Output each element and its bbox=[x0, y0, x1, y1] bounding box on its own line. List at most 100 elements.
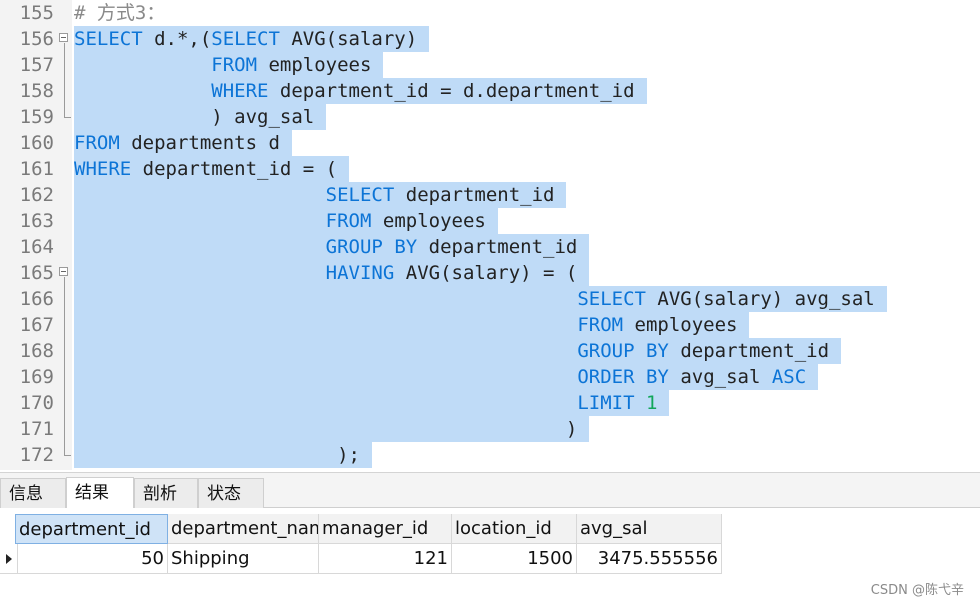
code-line[interactable]: 158 WHERE department_id = d.department_i… bbox=[0, 78, 980, 104]
sql-keyword: WHERE bbox=[74, 158, 132, 180]
sql-keyword: BY bbox=[394, 236, 418, 258]
sql-keyword: FROM bbox=[577, 314, 624, 336]
code-line[interactable]: 155 # 方式3： bbox=[0, 0, 980, 26]
code-line[interactable]: 170 LIMIT 1 bbox=[0, 390, 980, 416]
sql-keyword: FROM bbox=[211, 54, 258, 76]
line-number: 170 bbox=[19, 392, 54, 414]
sql-comment: # 方式3： bbox=[74, 2, 166, 24]
code-line[interactable]: 172 ); bbox=[0, 442, 980, 468]
code-text: GROUP BY department_id bbox=[74, 338, 842, 364]
sql-text: department_id = ( bbox=[131, 158, 338, 180]
code-line[interactable]: 171 ) bbox=[0, 416, 980, 442]
fold-guide bbox=[64, 43, 65, 117]
line-number: 155 bbox=[19, 2, 54, 24]
line-number: 164 bbox=[19, 236, 54, 258]
code-text: # 方式3： bbox=[74, 0, 177, 26]
code-line[interactable]: 157 FROM employees bbox=[0, 52, 980, 78]
code-line[interactable]: 160 FROM departments d bbox=[0, 130, 980, 156]
line-number: 171 bbox=[19, 418, 54, 440]
fold-guide-end bbox=[64, 117, 71, 118]
sql-editor[interactable]: 155 # 方式3： 156 SELECT d.*,(SELECT AVG(salar… bbox=[0, 0, 980, 470]
sql-keyword: SELECT bbox=[577, 288, 646, 310]
column-header-manager-id[interactable]: manager_id bbox=[319, 514, 452, 544]
fold-collapse-icon[interactable] bbox=[59, 267, 68, 276]
code-line[interactable]: 168 GROUP BY department_id bbox=[0, 338, 980, 364]
code-text: ORDER BY avg_sal ASC bbox=[74, 364, 819, 390]
column-header-avg-sal[interactable]: avg_sal bbox=[577, 514, 722, 544]
line-number: 166 bbox=[19, 288, 54, 310]
code-line[interactable]: 167 FROM employees bbox=[0, 312, 980, 338]
line-number: 161 bbox=[19, 158, 54, 180]
column-header-department-id[interactable]: department_id bbox=[15, 514, 168, 544]
cell-department-name[interactable]: Shipping bbox=[168, 544, 319, 574]
cell-location-id[interactable]: 1500 bbox=[452, 544, 577, 574]
sql-text: department_id bbox=[668, 340, 830, 362]
column-header-location-id[interactable]: location_id bbox=[452, 514, 577, 544]
line-number: 157 bbox=[19, 54, 54, 76]
sql-text: department_id bbox=[394, 184, 555, 206]
tab-info[interactable]: 信息 bbox=[0, 478, 66, 508]
code-line[interactable]: 165 HAVING AVG(salary) = ( bbox=[0, 260, 980, 286]
column-header-department-name[interactable]: department_name bbox=[168, 514, 319, 544]
line-number: 165 bbox=[19, 262, 54, 284]
sql-text: ); bbox=[74, 444, 360, 466]
cell-department-id[interactable]: 50 bbox=[18, 544, 168, 574]
sql-text: ) bbox=[74, 418, 578, 440]
sql-keyword: FROM bbox=[325, 210, 372, 232]
tab-status[interactable]: 状态 bbox=[198, 478, 264, 508]
tab-result-1[interactable]: 结果 1 bbox=[66, 477, 134, 533]
fold-collapse-icon[interactable] bbox=[59, 33, 68, 42]
sql-text: d.*,( bbox=[142, 28, 212, 50]
code-text: FROM departments d bbox=[74, 130, 292, 156]
sql-text: employees bbox=[371, 210, 486, 232]
sql-text: employees bbox=[257, 54, 372, 76]
result-tabbar: 信息 结果 1 剖析 状态 bbox=[0, 472, 980, 533]
cell-manager-id[interactable]: 121 bbox=[319, 544, 452, 574]
line-number: 168 bbox=[19, 340, 54, 362]
code-line[interactable]: 169 ORDER BY avg_sal ASC bbox=[0, 364, 980, 390]
tab-profile[interactable]: 剖析 bbox=[134, 478, 198, 508]
code-line[interactable]: 164 GROUP BY department_id bbox=[0, 234, 980, 260]
sql-number: 1 bbox=[645, 392, 658, 414]
sql-text: employees bbox=[623, 314, 738, 336]
code-line[interactable]: 163 FROM employees bbox=[0, 208, 980, 234]
sql-text: avg_sal bbox=[668, 366, 772, 388]
fold-guide bbox=[64, 277, 65, 455]
code-line[interactable]: 159 ) avg_sal bbox=[0, 104, 980, 130]
code-line[interactable]: 166 SELECT AVG(salary) avg_sal bbox=[0, 286, 980, 312]
code-text: SELECT department_id bbox=[74, 182, 567, 208]
sql-text: AVG(salary) avg_sal bbox=[645, 288, 875, 310]
code-text: FROM employees bbox=[74, 312, 750, 338]
sql-keyword: SELECT bbox=[211, 28, 280, 50]
sql-keyword: LIMIT bbox=[577, 392, 635, 414]
line-number: 162 bbox=[19, 184, 54, 206]
code-text: LIMIT 1 bbox=[74, 390, 670, 416]
line-number: 158 bbox=[19, 80, 54, 102]
sql-keyword: SELECT bbox=[74, 28, 143, 50]
sql-keyword: GROUP bbox=[577, 340, 635, 362]
code-line[interactable]: 156 SELECT d.*,(SELECT AVG(salary) bbox=[0, 26, 980, 52]
code-line[interactable]: 161 WHERE department_id = ( bbox=[0, 156, 980, 182]
code-line[interactable]: 162 SELECT department_id bbox=[0, 182, 980, 208]
sql-keyword: ORDER bbox=[577, 366, 635, 388]
sql-text: AVG(salary) = ( bbox=[394, 262, 578, 284]
code-text: HAVING AVG(salary) = ( bbox=[74, 260, 590, 286]
watermark: CSDN @陈弋辛 bbox=[870, 583, 964, 598]
code-text: WHERE department_id = ( bbox=[74, 156, 350, 182]
code-text: ) bbox=[74, 416, 590, 442]
line-number: 169 bbox=[19, 366, 54, 388]
sql-keyword: SELECT bbox=[325, 184, 395, 206]
cell-avg-sal[interactable]: 3475.555556 bbox=[577, 544, 722, 574]
